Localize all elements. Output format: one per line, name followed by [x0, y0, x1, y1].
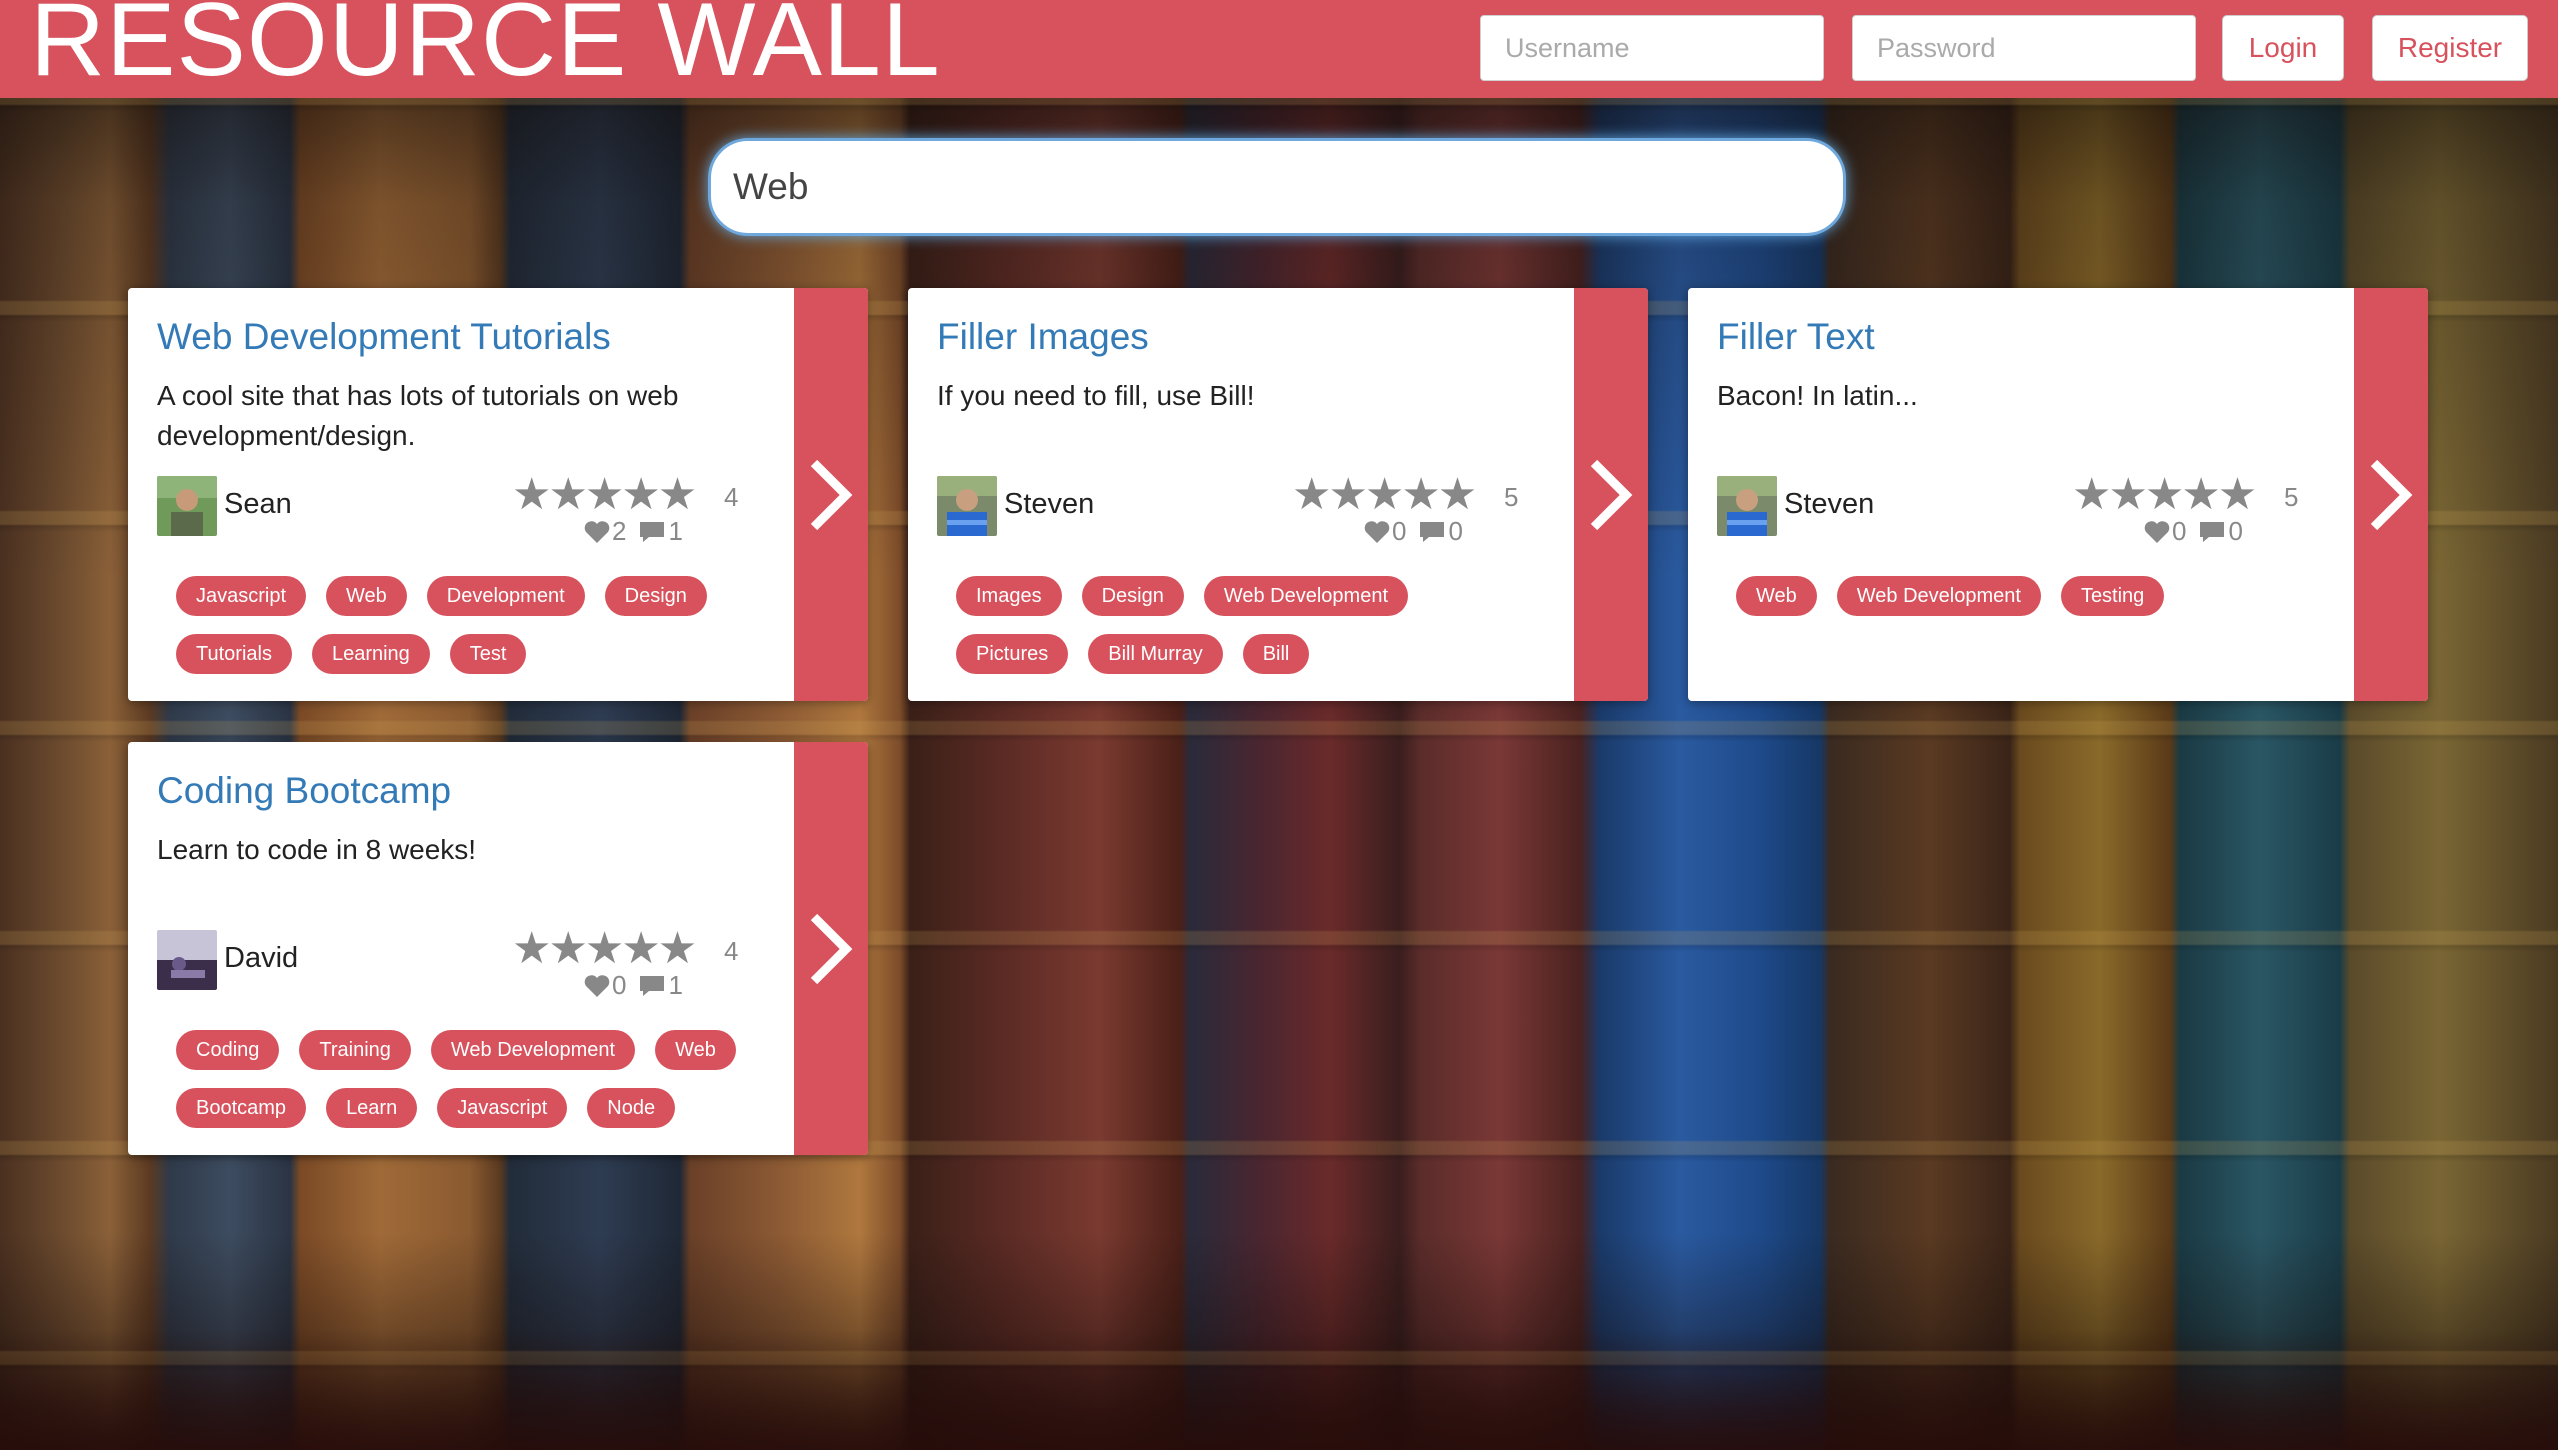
engagement-stats: 2 1 — [584, 516, 695, 547]
like-count: 2 — [612, 516, 627, 546]
card-description: A cool site that has lots of tutorials o… — [157, 380, 679, 451]
tag[interactable]: Design — [604, 576, 707, 616]
resource-card[interactable]: Coding Bootcamp Learn to code in 8 weeks… — [128, 742, 868, 1155]
card-title[interactable]: Filler Images — [937, 316, 1149, 358]
tag[interactable]: Learning — [311, 634, 430, 674]
rating-value: 5 — [1504, 482, 1519, 512]
heart-icon[interactable] — [584, 974, 610, 998]
chevron-right-icon — [810, 913, 853, 984]
star-rating-icon: ★★★★★ — [2072, 470, 2257, 519]
tag[interactable]: Web — [1736, 576, 1817, 616]
author-name: Steven — [1004, 488, 1095, 520]
star-rating-icon: ★★★★★ — [512, 470, 697, 519]
engagement-stats: 0 0 — [2144, 516, 2255, 547]
tag[interactable]: Node — [587, 1088, 676, 1128]
resource-card[interactable]: Filler Images If you need to fill, use B… — [908, 288, 1648, 701]
tag[interactable]: Web Development — [430, 1030, 636, 1070]
open-resource-button[interactable] — [794, 288, 868, 701]
tag[interactable]: Javascript — [176, 576, 307, 616]
avatar — [1717, 476, 1777, 536]
heart-icon[interactable] — [584, 520, 610, 544]
comment-icon[interactable] — [1418, 520, 1446, 544]
chevron-right-icon — [2370, 459, 2413, 530]
comment-icon[interactable] — [638, 520, 666, 544]
star-rating-icon: ★★★★★ — [1292, 470, 1477, 519]
tag[interactable]: Bill Murray — [1088, 634, 1223, 674]
card-description: If you need to fill, use Bill! — [937, 380, 1255, 411]
tag[interactable]: Development — [426, 576, 585, 616]
author-name: David — [224, 942, 299, 974]
chevron-right-icon — [1590, 459, 1633, 530]
tag[interactable]: Bill — [1242, 634, 1310, 674]
tag[interactable]: Javascript — [437, 1088, 568, 1128]
comment-icon[interactable] — [638, 974, 666, 998]
tag[interactable]: Web — [326, 576, 407, 616]
open-resource-button[interactable] — [2354, 288, 2428, 701]
tag[interactable]: Training — [299, 1030, 411, 1070]
tag[interactable]: Bootcamp — [176, 1088, 307, 1128]
username-input[interactable] — [1480, 15, 1824, 81]
tag[interactable]: Design — [1081, 576, 1184, 616]
open-resource-button[interactable] — [794, 742, 868, 1155]
password-input[interactable] — [1852, 15, 2196, 81]
like-count: 0 — [2172, 516, 2187, 546]
comment-count: 1 — [668, 516, 683, 546]
tag-list: Images Design Web Development Pictures B… — [956, 576, 1536, 674]
card-description: Bacon! In latin... — [1717, 380, 1918, 411]
resource-card[interactable]: Filler Text Bacon! In latin... Steven ★★… — [1688, 288, 2428, 701]
rating-value: 4 — [724, 482, 739, 512]
search-input[interactable] — [708, 138, 1846, 236]
rating-value: 4 — [724, 936, 739, 966]
like-count: 0 — [612, 970, 627, 1000]
card-title[interactable]: Web Development Tutorials — [157, 316, 611, 358]
star-rating-icon: ★★★★★ — [512, 924, 697, 973]
open-resource-button[interactable] — [1574, 288, 1648, 701]
tag[interactable]: Learn — [326, 1088, 418, 1128]
avatar — [937, 476, 997, 536]
card-description: Learn to code in 8 weeks! — [157, 834, 477, 865]
top-navbar: RESOURCE WALL Login Register — [0, 0, 2558, 98]
tag[interactable]: Web Development — [1203, 576, 1409, 616]
login-button[interactable]: Login — [2222, 15, 2344, 81]
tag[interactable]: Web Development — [1836, 576, 2041, 616]
comment-count: 0 — [2228, 516, 2243, 546]
chevron-right-icon — [810, 459, 853, 530]
tag[interactable]: Coding — [176, 1030, 280, 1070]
register-button[interactable]: Register — [2372, 15, 2528, 81]
tag[interactable]: Test — [449, 634, 527, 674]
tag[interactable]: Tutorials — [176, 634, 292, 674]
rating-value: 5 — [2284, 482, 2299, 512]
heart-icon[interactable] — [1364, 520, 1390, 544]
tag-list: Web Web Development Testing — [1736, 576, 2316, 616]
bookshelf-shade — [0, 1330, 2558, 1450]
comment-count: 0 — [1448, 516, 1463, 546]
card-title[interactable]: Coding Bootcamp — [157, 770, 451, 812]
tag[interactable]: Testing — [2060, 576, 2165, 616]
avatar — [157, 930, 217, 990]
tag[interactable]: Web — [655, 1030, 736, 1070]
engagement-stats: 0 0 — [1364, 516, 1475, 547]
tag[interactable]: Pictures — [956, 634, 1069, 674]
avatar — [157, 476, 217, 536]
author-name: Steven — [1784, 488, 1875, 520]
engagement-stats: 0 1 — [584, 970, 695, 1001]
like-count: 0 — [1392, 516, 1407, 546]
site-logo[interactable]: RESOURCE WALL — [30, 0, 941, 92]
tag[interactable]: Images — [956, 576, 1062, 616]
heart-icon[interactable] — [2144, 520, 2170, 544]
card-title[interactable]: Filler Text — [1717, 316, 1875, 358]
comment-icon[interactable] — [2198, 520, 2226, 544]
resource-card[interactable]: Web Development Tutorials A cool site th… — [128, 288, 868, 701]
author-name: Sean — [224, 488, 292, 520]
tag-list: Javascript Web Development Design Tutori… — [176, 576, 756, 674]
comment-count: 1 — [668, 970, 683, 1000]
tag-list: Coding Training Web Development Web Boot… — [176, 1030, 756, 1128]
